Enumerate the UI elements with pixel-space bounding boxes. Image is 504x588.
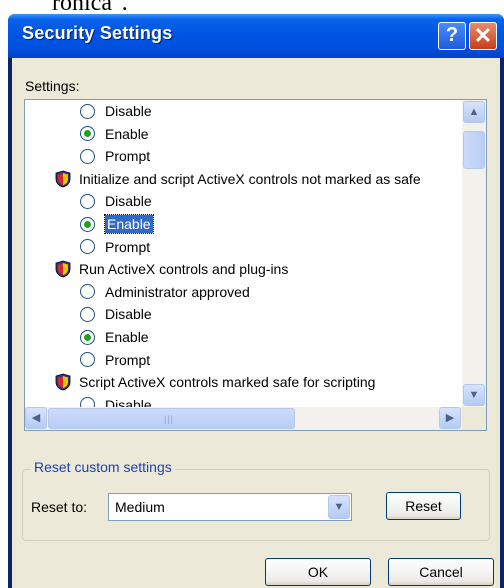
radio-unchecked[interactable] xyxy=(80,103,95,119)
security-settings-dialog: Security Settings ? ✕ Settings: Disable E… xyxy=(8,14,504,588)
scroll-left-button[interactable]: ◀ xyxy=(25,407,47,429)
setting-group-label: Script ActiveX controls marked safe for … xyxy=(79,374,376,391)
chevron-down-icon: ▼ xyxy=(333,501,345,513)
setting-option-label: Disable xyxy=(105,193,152,210)
radio-checked[interactable] xyxy=(80,329,95,345)
security-shield-icon xyxy=(55,170,71,188)
security-shield-icon xyxy=(55,260,71,278)
radio-unchecked[interactable] xyxy=(80,352,95,368)
radio-unchecked[interactable] xyxy=(80,284,95,300)
dialog-body: Settings: Disable Enable Prompt Initialize … xyxy=(12,58,500,588)
dialog-title: Security Settings xyxy=(22,23,173,43)
radio-unchecked[interactable] xyxy=(80,148,95,164)
setting-option-label: Administrator approved xyxy=(105,283,250,300)
chevron-down-icon: ▼ xyxy=(468,389,480,401)
chevron-right-icon: ▶ xyxy=(445,412,455,424)
setting-option[interactable]: Disable xyxy=(80,100,152,122)
scroll-right-button[interactable]: ▶ xyxy=(439,407,461,429)
reset-to-label: Reset to: xyxy=(31,499,88,515)
setting-option[interactable]: Enable xyxy=(80,213,154,235)
setting-option-label: Prompt xyxy=(105,238,151,255)
vertical-scrollbar[interactable]: ▲ ▼ xyxy=(462,100,486,407)
setting-option-label: Disable xyxy=(105,306,152,323)
close-icon: ✕ xyxy=(473,23,493,48)
chevron-up-icon: ▲ xyxy=(468,106,480,118)
setting-option[interactable]: Disable xyxy=(80,190,152,212)
setting-group-label: Initialize and script ActiveX controls n… xyxy=(79,170,421,187)
reset-button[interactable]: Reset xyxy=(386,492,461,520)
setting-option-label: Enable xyxy=(105,125,149,142)
help-icon: ? xyxy=(445,24,459,46)
horizontal-scrollbar[interactable]: ◀ ||| ▶ xyxy=(25,407,462,430)
radio-unchecked[interactable] xyxy=(80,239,95,255)
setting-option-label: Prompt xyxy=(105,351,151,368)
setting-option[interactable]: Prompt xyxy=(80,236,150,258)
scrollbar-corner xyxy=(462,407,486,430)
settings-label: Settings: xyxy=(25,78,80,94)
radio-checked[interactable] xyxy=(80,126,95,142)
settings-list[interactable]: Disable Enable Prompt Initialize and script… xyxy=(24,99,487,431)
setting-option-label: Enable xyxy=(105,329,149,345)
ok-button[interactable]: OK xyxy=(265,558,371,586)
radio-checked[interactable] xyxy=(80,216,95,232)
setting-option[interactable]: Disable xyxy=(80,303,152,325)
close-button[interactable]: ✕ xyxy=(469,22,497,50)
setting-option-label: Disable xyxy=(105,103,152,119)
setting-option-label: Prompt xyxy=(105,148,151,165)
background-text-fragment: ronica". xyxy=(52,0,128,16)
help-button[interactable]: ? xyxy=(438,22,466,50)
cancel-button[interactable]: Cancel xyxy=(388,558,494,586)
reset-level-value: Medium xyxy=(115,499,165,515)
chevron-left-icon: ◀ xyxy=(31,412,41,424)
grip-icon: ||| xyxy=(164,414,175,424)
security-shield-icon xyxy=(55,373,71,391)
setting-group-header: Initialize and script ActiveX controls n… xyxy=(55,168,421,190)
scroll-down-button[interactable]: ▼ xyxy=(463,384,485,406)
setting-group-header: Run ActiveX controls and plug-ins xyxy=(55,258,288,280)
setting-option[interactable]: Prompt xyxy=(80,145,150,167)
setting-option[interactable]: Administrator approved xyxy=(80,281,250,303)
reset-custom-settings-group: Reset custom settings Reset to: Medium ▼… xyxy=(22,459,490,541)
dropdown-button[interactable]: ▼ xyxy=(328,495,350,519)
title-bar[interactable]: Security Settings ? ✕ xyxy=(8,14,504,58)
settings-list-rows: Disable Enable Prompt Initialize and script… xyxy=(25,100,461,408)
horizontal-scroll-thumb[interactable]: ||| xyxy=(48,408,295,429)
setting-option[interactable]: Disable xyxy=(80,394,152,408)
setting-group-header: Script ActiveX controls marked safe for … xyxy=(55,371,375,393)
radio-unchecked[interactable] xyxy=(80,306,95,322)
setting-group-label: Run ActiveX controls and plug-ins xyxy=(79,261,289,278)
setting-option[interactable]: Enable xyxy=(80,326,149,348)
vertical-scroll-thumb[interactable] xyxy=(463,131,485,169)
setting-option[interactable]: Prompt xyxy=(80,349,150,371)
setting-option-label: Enable xyxy=(104,214,154,234)
scroll-up-button[interactable]: ▲ xyxy=(463,101,485,123)
group-legend: Reset custom settings xyxy=(31,459,175,475)
setting-option[interactable]: Enable xyxy=(80,123,149,145)
radio-unchecked[interactable] xyxy=(80,193,95,209)
reset-level-select[interactable]: Medium ▼ xyxy=(108,493,352,521)
